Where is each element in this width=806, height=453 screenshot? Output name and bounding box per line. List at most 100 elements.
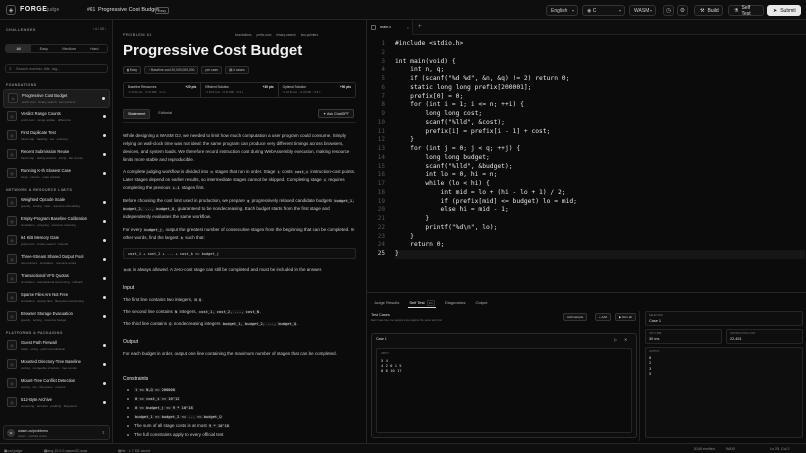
instruction-cost-value: 22,451 xyxy=(730,336,742,341)
submit-button[interactable]: ➤ Submit xyxy=(767,5,801,16)
tab-statement[interactable]: Statement xyxy=(123,109,151,119)
input-line-1: The first line contains two integers, N … xyxy=(123,297,204,302)
line-number: 5 xyxy=(381,75,385,82)
problem-list-item[interactable]: ◇ 512-Byte Archive streaming · tar/ustar ·… xyxy=(3,394,110,413)
problem-list-item[interactable]: ◇ Progressive Cost Budget prefix sum · bin… xyxy=(3,89,110,108)
status-dot-icon xyxy=(103,296,106,299)
code-line[interactable]: for (int i = 1; i <= n; ++i) { xyxy=(395,101,805,110)
ask-chatgpt-button[interactable]: ✦ Ask ChatGPT xyxy=(318,109,354,118)
code-language-select[interactable]: ◉ C ▾ xyxy=(582,5,625,16)
target-select[interactable]: WASM ▾ xyxy=(629,5,656,16)
self-test-button[interactable]: ⚗ Self Test xyxy=(728,5,764,17)
file-icon xyxy=(371,25,376,30)
tag[interactable]: foundations xyxy=(235,33,251,37)
status-dot-icon xyxy=(103,172,106,175)
status-dot-icon xyxy=(103,258,106,261)
language-select[interactable]: English ▾ xyxy=(546,5,578,16)
problem-list-item[interactable]: ◇ Browser Storage Evacuation greedy · sort… xyxy=(3,308,110,327)
tag[interactable]: binary-search xyxy=(276,33,295,37)
filter-all[interactable]: All xyxy=(6,45,32,52)
code-area[interactable]: #include <stdio.h> int main(void) { int n… xyxy=(395,40,805,259)
code-line[interactable]: } xyxy=(395,215,805,224)
problem-list-item[interactable]: ◇ Running K-th Slowest Case heap · stream … xyxy=(3,165,110,184)
code-line[interactable]: scanf("%lld", &cost); xyxy=(395,119,805,128)
code-line[interactable] xyxy=(395,49,805,58)
code-line[interactable]: } xyxy=(395,250,805,259)
build-button[interactable]: ⚒ Build xyxy=(694,5,723,16)
stages-paragraph: A complete judging workflow is divided i… xyxy=(123,169,356,190)
code-line[interactable]: while (lo < hi) { xyxy=(395,180,805,189)
code-line[interactable]: if (scanf("%d %d", &n, &q) != 2) return … xyxy=(395,75,805,84)
tab-diagnostics[interactable]: Diagnostics xyxy=(444,298,467,308)
run-all-button[interactable]: ▶ Run all xyxy=(615,313,636,321)
add-case-button[interactable]: + Add xyxy=(595,313,612,321)
problem-icon: ◇ xyxy=(8,93,18,103)
problem-list-item[interactable]: ◇ Transactional VFS Quotas simulation · tr… xyxy=(3,270,110,289)
test-case-card[interactable]: Case 1 ▷ ✕ INPUT 5 4 4 2 0 1 5 0 6 10 17 xyxy=(371,333,637,438)
file-tab-main-c[interactable]: main.c × xyxy=(367,20,413,35)
problem-search-input[interactable]: ⌕ Search number, title, tag... xyxy=(5,64,108,73)
code-line[interactable]: #include <stdio.h> xyxy=(395,40,805,49)
user-card[interactable]: w wasm-cc/problems wasm · verified onlin… xyxy=(3,425,110,440)
problem-list-item[interactable]: ◇ Empty-Program Baseline Calibration simul… xyxy=(3,213,110,232)
problem-list-item[interactable]: ◇ Verdict Range Counts prefix sum · range … xyxy=(3,108,110,127)
code-line[interactable]: scanf("%lld", &budget); xyxy=(395,163,805,172)
problem-item-tags: prefix sum · binary search · bounds xyxy=(21,242,69,246)
problem-list-item[interactable]: ◇ Weighted Opcode Scale greedy · sorting ·… xyxy=(3,194,110,213)
chevron-down-icon: ▾ xyxy=(618,8,621,13)
problem-list-item[interactable]: ◇ Sparse Files Are Not Free simulation · s… xyxy=(3,289,110,308)
code-line[interactable]: int main(void) { xyxy=(395,58,805,67)
problem-item-tags: simulation · grouping · resource meterin… xyxy=(21,223,76,227)
problem-list: FOUNDATIONS ◇ Progressive Cost Budget prefi… xyxy=(0,79,112,413)
files-label: 1 file · 1.7 KB saved xyxy=(118,449,151,453)
constraint-item: 1 <= N,Q <= 200000 xyxy=(127,387,176,392)
code-line[interactable]: long long cost; xyxy=(395,110,805,119)
problem-list-item[interactable]: ◇ First Duplicate Test hash map · hashing … xyxy=(3,127,110,146)
code-line[interactable]: static long long prefix[200001]; xyxy=(395,84,805,93)
problem-item-title: Three-Stream Shared Output Pool xyxy=(21,254,84,259)
close-icon[interactable]: × xyxy=(407,25,409,30)
tag[interactable]: prefix-sum xyxy=(256,33,271,37)
challenges-pager[interactable]: ‹ 4 / 45 › xyxy=(93,27,106,31)
code-line[interactable]: else hi = mid - 1; xyxy=(395,206,805,215)
play-icon[interactable]: ▷ xyxy=(614,337,617,342)
code-line[interactable]: return 0; xyxy=(395,241,805,250)
problem-number: #61 xyxy=(87,7,96,13)
new-file-icon[interactable]: + xyxy=(418,24,422,30)
code-line[interactable]: for (int j = 0; j < q; ++j) { xyxy=(395,145,805,154)
problem-list-item[interactable]: ◇ 64 KiB Memory Gate prefix sum · binary s… xyxy=(3,232,110,251)
code-line[interactable]: printf("%d\n", lo); xyxy=(395,224,805,233)
code-line[interactable]: int lo = 0, hi = n; xyxy=(395,171,805,180)
tab-editorial[interactable]: Editorial xyxy=(154,109,176,119)
input-line-3: The third line contains Q nondecreasing … xyxy=(123,321,299,326)
add-sample-button[interactable]: Add sample xyxy=(563,313,588,321)
trash-icon[interactable]: ✕ xyxy=(624,337,627,342)
history-icon[interactable]: ◷ xyxy=(663,5,674,16)
tab-judge-results[interactable]: Judge Results xyxy=(373,298,400,308)
code-line[interactable]: int mid = lo + (hi - lo + 1) / 2; xyxy=(395,189,805,198)
problem-list-item[interactable]: ◇ Mount-Tree Conflict Detection sorting · … xyxy=(3,375,110,394)
code-line[interactable]: } xyxy=(395,136,805,145)
problem-list-item[interactable]: ◇ Recent Submission Reuse hash map · slidi… xyxy=(3,146,110,165)
constraint-item: budget_1 <= budget_2 <= ... <= budget_Q xyxy=(127,414,223,419)
code-line[interactable]: long long budget; xyxy=(395,154,805,163)
filter-medium[interactable]: Medium xyxy=(57,45,82,52)
code-line[interactable]: } xyxy=(395,233,805,242)
code-line[interactable]: prefix[0] = 0; xyxy=(395,93,805,102)
output-value: 0 2 3 5 xyxy=(649,355,652,376)
problem-list-item[interactable]: ◇ Guest Path Firewall stack · string · pat… xyxy=(3,337,110,356)
problem-list-item[interactable]: ◇ Three-Stream Shared Output Pool two poin… xyxy=(3,251,110,270)
tab-self-test[interactable]: Self Test 1/1 xyxy=(408,298,436,308)
self-test-count: 1/1 xyxy=(426,300,435,306)
settings-icon[interactable]: ⚙ xyxy=(677,5,688,16)
code-line[interactable]: int n, q; xyxy=(395,66,805,75)
code-line[interactable]: if (prefix[mid] <= budget) lo = mid; xyxy=(395,198,805,207)
filter-hard[interactable]: Hard xyxy=(82,45,107,52)
code-line[interactable]: prefix[i] = prefix[i - 1] + cost; xyxy=(395,128,805,137)
problem-list-item[interactable]: ◇ Mounted Directory-Tree Baseline sorting … xyxy=(3,356,110,375)
filter-easy[interactable]: Easy xyxy=(31,45,56,52)
tab-output[interactable]: Output xyxy=(475,298,489,308)
tag[interactable]: two-pointers xyxy=(301,33,318,37)
problem-item-tags: simulation · transactional accounting · … xyxy=(21,280,83,284)
case-input-field[interactable]: INPUT 5 4 4 2 0 1 5 0 6 10 17 xyxy=(376,348,632,433)
